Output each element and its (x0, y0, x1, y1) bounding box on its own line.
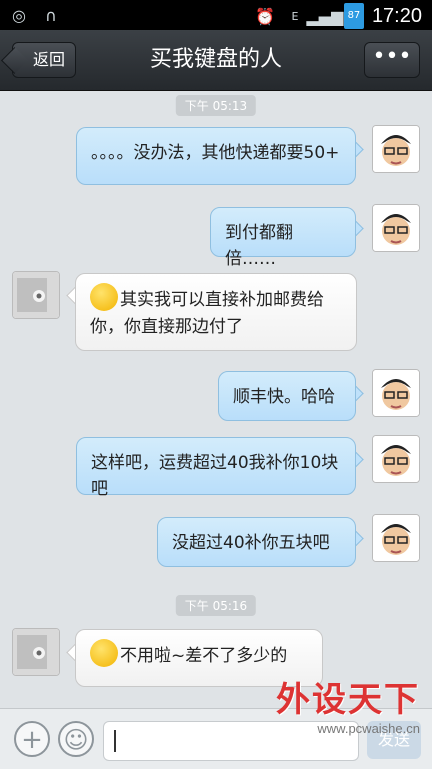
message-text: 不用啦~差不了多少的 (120, 646, 288, 666)
alarm-icon: ⏰ (254, 6, 275, 26)
message-bubble-out[interactable]: 没超过40补你五块吧 (157, 517, 356, 567)
status-bar: ◎ ∩ ⏰ E ▂▄▆ 87 17:20 (0, 0, 432, 30)
self-avatar[interactable] (372, 204, 420, 252)
self-avatar[interactable] (372, 435, 420, 483)
shy-emoji-icon (90, 639, 118, 667)
emoji-button[interactable]: ☺ (58, 721, 94, 757)
more-button[interactable]: ••• (364, 42, 420, 78)
timestamp: 下午 05:13 (175, 95, 257, 116)
self-avatar[interactable] (372, 514, 420, 562)
signal-icon: ▂▄▆ (306, 6, 344, 26)
headset-icon: ∩ (45, 5, 57, 25)
message-text: 其实我可以直接补加邮费给你，你直接那边付了 (90, 290, 324, 337)
watermark: 外设天下 www.pcwaishe.cn (276, 672, 420, 736)
title-bar: 返回 买我键盘的人 ••• (0, 30, 432, 91)
text-caret (114, 730, 116, 752)
self-avatar[interactable] (372, 369, 420, 417)
message-bubble-out[interactable]: 这样吧，运费超过40我补你10块吧 (76, 437, 356, 499)
plus-button[interactable]: + (14, 721, 50, 757)
status-right-icons: ⏰ E ▂▄▆ 87 17:20 (254, 3, 422, 29)
timestamp: 下午 05:16 (175, 595, 257, 616)
sync-icon: ◎ (12, 5, 26, 25)
status-left-icons: ◎ ∩ (8, 4, 62, 26)
watermark-title: 外设天下 (276, 680, 420, 720)
status-time: 17:20 (371, 4, 422, 27)
message-bubble-out[interactable]: 。。。。没办法，其他快递都要50+ (76, 127, 356, 185)
chat-area[interactable]: 下午 05:13 。。。。没办法，其他快递都要50+ 到付都翻倍…… 其实我可以… (0, 91, 432, 708)
back-button[interactable]: 返回 (12, 42, 77, 78)
message-bubble-out[interactable]: 顺丰快。哈哈 (218, 371, 356, 421)
self-avatar[interactable] (372, 125, 420, 173)
data-icon: E (291, 9, 299, 23)
contact-avatar[interactable] (12, 628, 60, 676)
message-bubble-out[interactable]: 到付都翻倍…… (210, 207, 356, 269)
battery-icon: 87 (343, 3, 364, 29)
watermark-url: www.pcwaishe.cn (317, 721, 420, 736)
message-bubble-in[interactable]: 其实我可以直接补加邮费给你，你直接那边付了 (75, 273, 357, 351)
embarrassed-emoji-icon (90, 283, 118, 311)
contact-avatar[interactable] (12, 271, 60, 319)
